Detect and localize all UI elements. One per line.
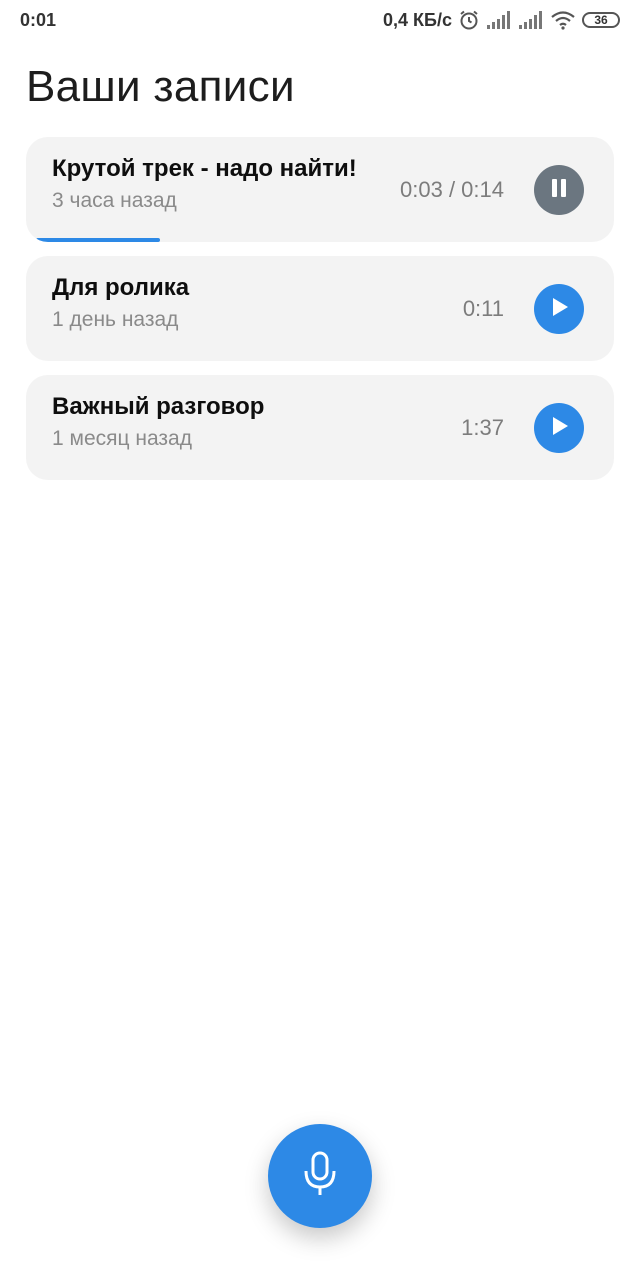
recording-duration: 0:14 bbox=[461, 177, 504, 202]
recording-duration: 0:11 bbox=[462, 296, 504, 321]
play-button[interactable] bbox=[534, 403, 584, 453]
recording-date: 1 день назад bbox=[52, 308, 179, 331]
status-indicators: 0,4 КБ/с 36 bbox=[383, 9, 620, 31]
network-speed: 0,4 КБ/с bbox=[383, 9, 452, 30]
playback-progress-fill bbox=[36, 238, 160, 242]
recording-title: Важный разговор bbox=[52, 393, 265, 420]
recordings-list: Крутой трек - надо найти! 3 часа назад 0… bbox=[26, 137, 614, 494]
pause-icon bbox=[549, 178, 569, 203]
play-icon bbox=[548, 296, 570, 323]
pause-button[interactable] bbox=[534, 165, 584, 215]
wifi-icon bbox=[550, 10, 576, 30]
recording-date: 3 часа назад bbox=[52, 189, 177, 212]
recording-time: 0:03 / 0:14 bbox=[400, 177, 504, 203]
status-bar: 0:01 0,4 КБ/с 36 bbox=[0, 0, 640, 40]
recording-item[interactable]: Для ролика 1 день назад 0:11 bbox=[26, 256, 614, 361]
playback-progress[interactable] bbox=[26, 238, 614, 242]
recording-date: 1 месяц назад bbox=[52, 427, 192, 450]
recording-item[interactable]: Важный разговор 1 месяц назад 1:37 bbox=[26, 375, 614, 480]
battery-indicator: 36 bbox=[582, 12, 620, 28]
recording-title: Крутой трек - надо найти! bbox=[52, 155, 357, 182]
recording-item[interactable]: Крутой трек - надо найти! 3 часа назад 0… bbox=[26, 137, 614, 242]
time-separator: / bbox=[442, 177, 462, 202]
microphone-icon bbox=[300, 1150, 340, 1203]
playback-position: 0:03 bbox=[400, 177, 443, 202]
recording-title: Для ролика bbox=[52, 274, 190, 301]
page-title: Ваши записи bbox=[26, 62, 295, 111]
recording-duration: 1:37 bbox=[461, 415, 504, 440]
alarm-icon bbox=[458, 9, 480, 31]
record-button[interactable] bbox=[268, 1124, 372, 1228]
signal-icon-2 bbox=[518, 11, 544, 29]
status-time: 0:01 bbox=[20, 9, 57, 30]
signal-icon bbox=[486, 11, 512, 29]
play-icon bbox=[548, 415, 570, 442]
play-button[interactable] bbox=[534, 284, 584, 334]
